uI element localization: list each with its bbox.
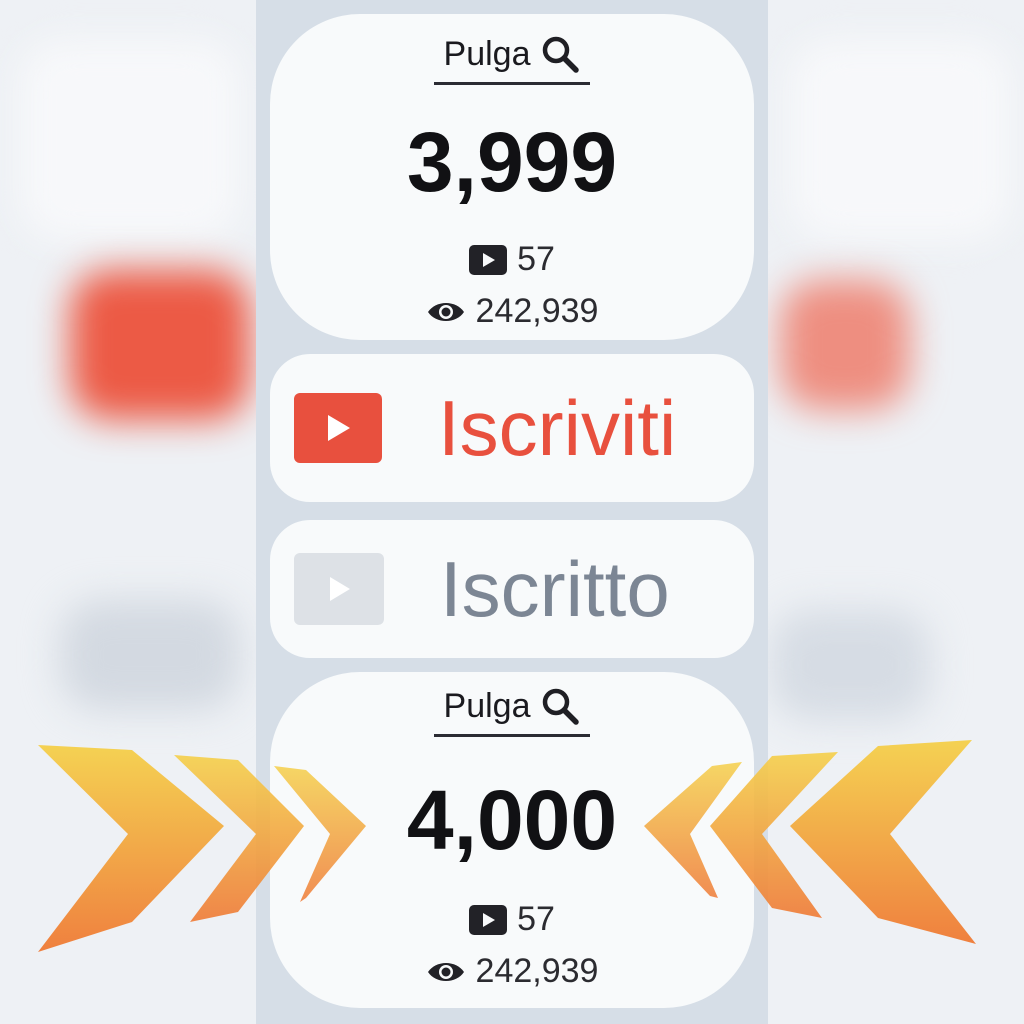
chevron-arrows-icon [38,740,976,952]
